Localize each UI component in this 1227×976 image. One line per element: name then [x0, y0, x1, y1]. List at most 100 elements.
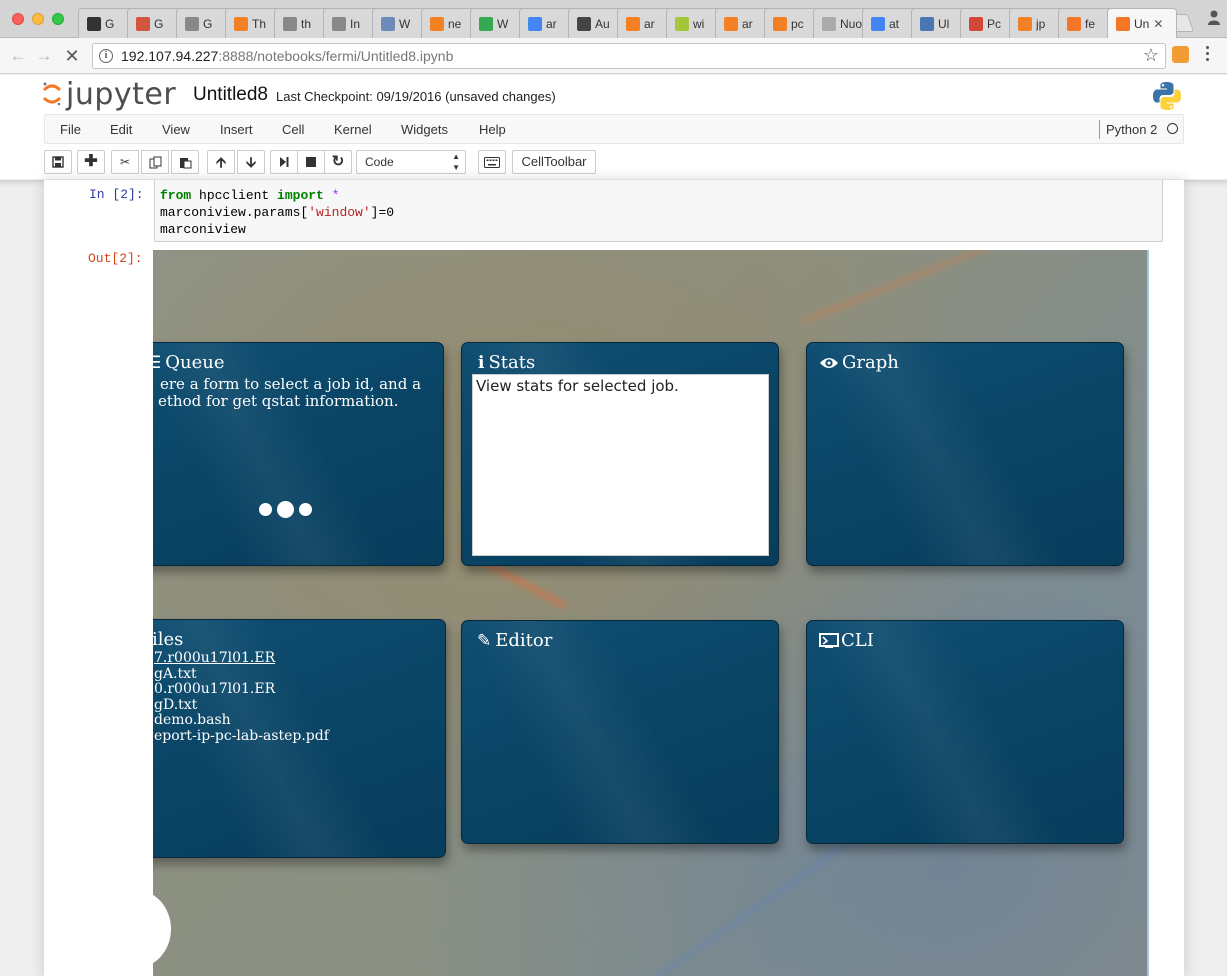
floating-circle-button[interactable]: [153, 890, 171, 968]
panel-gloss: [462, 621, 718, 843]
menu-help[interactable]: Help: [479, 122, 506, 137]
cut-button[interactable]: ✂: [111, 150, 139, 174]
move-cell-down-button[interactable]: 🡫: [237, 150, 265, 174]
copy-button[interactable]: [141, 150, 169, 174]
file-link[interactable]: 7.r000u17l01.ER: [154, 650, 329, 667]
paste-button[interactable]: [171, 150, 199, 174]
file-link[interactable]: gD.txt: [154, 697, 329, 714]
url-host: 192.107.94.227: [121, 48, 219, 64]
tab-favicon-icon: [234, 16, 248, 31]
maximize-window-button[interactable]: [52, 13, 64, 25]
code-line2-b: ]=0: [370, 205, 395, 220]
forward-button[interactable]: →: [34, 46, 54, 66]
browser-menu-icon[interactable]: [1206, 46, 1210, 64]
tab-favicon-icon: [724, 16, 738, 31]
close-window-button[interactable]: [12, 13, 24, 25]
restart-kernel-button[interactable]: ↻: [324, 150, 352, 174]
menu-cell[interactable]: Cell: [282, 122, 304, 137]
code-star: *: [323, 188, 340, 203]
editor-panel[interactable]: ✎ Editor: [461, 620, 779, 844]
back-button[interactable]: ←: [8, 46, 28, 66]
pencil-icon: ✎: [477, 630, 492, 651]
move-cell-up-button[interactable]: 🡩: [207, 150, 235, 174]
graph-title: Graph: [819, 352, 899, 373]
menu-view[interactable]: View: [162, 122, 190, 137]
tab-favicon-icon: [1116, 16, 1130, 31]
tab-favicon-icon: [969, 16, 983, 31]
browser-tab[interactable]: Un ✕: [1107, 8, 1177, 38]
loading-dot: [259, 503, 272, 516]
file-link[interactable]: demo.bash: [154, 712, 329, 729]
output-prompt: Out[2]:: [88, 251, 143, 266]
tab-favicon-icon: [381, 16, 395, 31]
tab-favicon-icon: [822, 16, 836, 31]
url-text[interactable]: 192.107.94.227:8888/notebooks/fermi/Unti…: [121, 48, 453, 64]
extension-icon[interactable]: [1172, 46, 1189, 63]
marconiview-widget: ☰ Queue ere a form to select a job id, a…: [153, 250, 1149, 976]
tab-title: fe: [1085, 16, 1096, 31]
command-palette-button[interactable]: [478, 150, 506, 174]
editor-title-text: Editor: [495, 630, 553, 651]
cell-type-value: Code: [365, 155, 394, 169]
code-keyword-import: import: [277, 188, 324, 203]
file-link[interactable]: 0.r000u17l01.ER: [154, 681, 329, 698]
notebook-name[interactable]: Untitled8: [193, 84, 268, 106]
browser-tab-strip: G G G Th th In Wne War Au ar wi ar pc Nuov at Ul Pc jp fe U…: [0, 0, 1227, 38]
menu-kernel[interactable]: Kernel: [334, 122, 372, 137]
tab-favicon-icon: [136, 16, 150, 31]
cli-panel[interactable]: CLI: [806, 620, 1124, 844]
menu-insert[interactable]: Insert: [220, 122, 253, 137]
jupyter-logo-icon: [42, 82, 62, 106]
profile-icon[interactable]: [1207, 9, 1221, 25]
celltoolbar-button[interactable]: CellToolbar: [512, 150, 596, 174]
tab-title: Th: [252, 16, 267, 31]
queue-title: ☰ Queue: [153, 352, 225, 373]
code-keyword-from: from: [160, 188, 192, 203]
stop-loading-button[interactable]: ✕: [62, 46, 82, 66]
file-link[interactable]: gA.txt: [154, 666, 329, 683]
tab-title: ar: [644, 16, 655, 31]
files-panel[interactable]: iles 7.r000u17l01.ER gA.txt 0.r000u17l01…: [153, 619, 446, 858]
interrupt-kernel-button[interactable]: [297, 150, 325, 174]
menu-bar: File Edit View Insert Cell Kernel Widget…: [44, 114, 1184, 144]
tab-title: Pc: [987, 16, 1002, 31]
stats-panel[interactable]: ℹ Stats View stats for selected job.: [461, 342, 779, 566]
graph-panel[interactable]: Graph: [806, 342, 1124, 566]
file-list: 7.r000u17l01.ER gA.txt 0.r000u17l01.ER g…: [154, 650, 329, 745]
menu-widgets[interactable]: Widgets: [401, 122, 448, 137]
panel-gloss: [807, 621, 1063, 843]
queue-panel[interactable]: ☰ Queue ere a form to select a job id, a…: [153, 342, 444, 566]
notebook-toolbar: ✚ ✂ 🡩 🡫 ↻ Code ▲ ▼ CellToolbar: [44, 150, 1184, 176]
info-icon[interactable]: i: [99, 49, 113, 63]
tab-title: W: [497, 16, 509, 31]
kernel-idle-indicator-icon: [1167, 123, 1178, 134]
bookmark-star-icon[interactable]: ☆: [1143, 45, 1159, 66]
cell-type-select[interactable]: Code ▲ ▼: [356, 150, 466, 174]
files-title: iles: [153, 629, 183, 650]
insert-cell-button[interactable]: ✚: [77, 150, 105, 174]
file-link[interactable]: eport-ip-pc-lab-astep.pdf: [154, 728, 329, 745]
save-icon: [52, 156, 64, 168]
run-cell-button[interactable]: [270, 150, 298, 174]
terminal-icon: [819, 632, 839, 648]
tab-title: Ul: [938, 16, 950, 31]
kernel-separator: [1099, 120, 1100, 139]
list-icon: ☰: [153, 353, 161, 373]
save-button[interactable]: [44, 150, 72, 174]
menu-edit[interactable]: Edit: [110, 122, 132, 137]
tab-favicon-icon: [185, 16, 199, 31]
loading-dot: [299, 503, 312, 516]
code-cell-input[interactable]: from hpcclient import * marconiview.para…: [154, 180, 1163, 242]
queue-title-text: Queue: [165, 352, 225, 373]
info-icon: ℹ: [478, 352, 485, 373]
tab-title: Un: [1134, 16, 1150, 31]
graph-title-text: Graph: [842, 352, 899, 373]
minimize-window-button[interactable]: [32, 13, 44, 25]
address-bar[interactable]: i 192.107.94.227:8888/notebooks/fermi/Un…: [92, 43, 1166, 69]
close-tab-icon[interactable]: ✕: [1153, 17, 1163, 31]
notebook-container[interactable]: In [2]: from hpcclient import * marconiv…: [0, 180, 1227, 976]
tab-favicon-icon: [773, 16, 787, 31]
menu-file[interactable]: File: [60, 122, 81, 137]
tab-favicon-icon: [430, 16, 444, 31]
copy-icon: [149, 156, 161, 169]
